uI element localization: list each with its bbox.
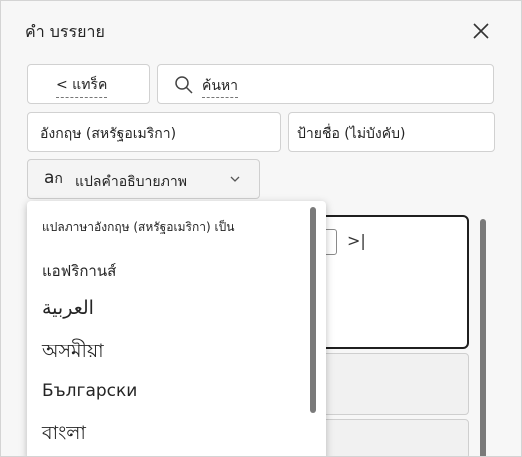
language-option-afrikaans[interactable]: แอฟริกานส์ [42,259,116,283]
back-button-label: < แทร็ค [56,74,108,98]
back-to-tracks-button[interactable]: < แทร็ค [27,64,150,104]
caption-card[interactable]: >| [301,215,469,349]
language-option-arabic[interactable]: العربية [42,297,94,319]
chevron-down-icon [230,176,240,182]
language-option-bulgarian[interactable]: Български [42,381,137,401]
translate-label: แปลคำอธิบายภาพ [75,174,187,190]
skip-forward-icon[interactable]: >| [347,231,366,250]
search-placeholder: ค้นหา [202,75,239,98]
dropdown-header: แปลภาษาอังกฤษ (สหรัฐอเมริกา) เป็น [42,220,235,234]
captions-pane: คำ บรรยาย < แทร็ค ค้นหา อังกฤษ (สหรัฐอเม… [0,0,522,457]
translate-language-dropdown: แปลภาษาอังกฤษ (สหรัฐอเมริกา) เป็น แอฟริก… [27,201,326,456]
label-field[interactable]: ป้ายชื่อ (ไม่บังคับ) [288,112,495,152]
close-icon [473,23,489,39]
pane-scrollbar[interactable] [480,219,486,456]
close-button[interactable] [469,19,493,43]
language-option-assamese[interactable]: অসমীয়া [42,337,104,369]
translate-captions-button[interactable]: aก แปลคำอธิบายภาพ [27,159,260,199]
label-placeholder: ป้ายชื่อ (ไม่บังคับ) [297,126,406,142]
translate-icon: aก [44,168,63,188]
dropdown-scrollbar[interactable] [310,207,316,413]
search-icon [175,76,193,94]
language-value: อังกฤษ (สหรัฐอเมริกา) [40,126,177,142]
language-option-bangla[interactable]: বাংলা [42,419,86,451]
language-field[interactable]: อังกฤษ (สหรัฐอเมริกา) [27,112,281,152]
pane-title: คำ บรรยาย [25,22,105,41]
caption-card[interactable] [301,419,469,456]
search-input[interactable]: ค้นหา [157,64,494,104]
caption-card[interactable] [301,353,469,415]
